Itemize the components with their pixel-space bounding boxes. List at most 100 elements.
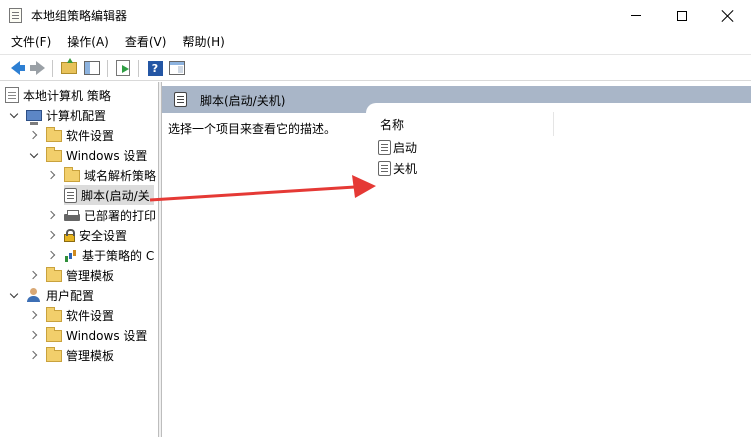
help-icon: ? — [147, 60, 163, 76]
bar-chart-icon — [64, 248, 78, 262]
minimize-button[interactable] — [613, 0, 659, 31]
security-lock-icon — [64, 228, 75, 242]
folder-icon — [46, 146, 62, 162]
description-text: 选择一个项目来查看它的描述。 — [168, 122, 337, 136]
forward-button[interactable] — [27, 58, 47, 78]
tree-item-label: 软件设置 — [66, 308, 115, 323]
folder-icon — [46, 126, 62, 142]
tree-item-deployed-printers[interactable]: 已部署的打印 — [46, 205, 156, 225]
collapse-chevron-icon[interactable] — [28, 129, 40, 141]
tree-item-user-configuration[interactable]: 用户配置 — [8, 285, 94, 305]
tree-item-label: Windows 设置 — [66, 148, 148, 163]
tree-item-user-windows-settings[interactable]: Windows 设置 — [28, 325, 147, 345]
tree-item-user-software-settings[interactable]: 软件设置 — [28, 305, 114, 325]
policy-icon — [5, 87, 19, 103]
column-header-name[interactable]: 名称 — [366, 112, 554, 136]
collapse-chevron-icon[interactable] — [28, 329, 40, 341]
tree-item-label: 本地计算机 策略 — [23, 88, 111, 103]
user-icon — [26, 288, 42, 302]
details-title: 脚本(启动/关机) — [200, 94, 286, 108]
close-button[interactable] — [705, 0, 751, 31]
back-arrow-icon — [10, 61, 25, 75]
tree-item-label: 管理模板 — [66, 348, 115, 363]
tree-item-security-settings[interactable]: 安全设置 — [46, 225, 127, 245]
help-button[interactable]: ? — [145, 58, 165, 78]
expand-chevron-icon[interactable] — [8, 109, 20, 121]
maximize-button[interactable] — [659, 0, 705, 31]
collapse-chevron-icon[interactable] — [46, 229, 58, 241]
policy-editor-icon — [9, 8, 22, 23]
list-item-shutdown[interactable]: 关机 — [378, 158, 417, 178]
tree-item-computer-administrative-templates[interactable]: 管理模板 — [28, 265, 114, 285]
tree-item-label: 脚本(启动/关 — [81, 188, 150, 203]
tree-item-label: Windows 设置 — [66, 328, 148, 343]
menu-action[interactable]: 操作(A) — [59, 31, 117, 54]
tree-item-policy-based-qos[interactable]: 基于策略的 C — [46, 245, 154, 265]
printer-icon — [64, 209, 80, 221]
folder-icon — [46, 306, 62, 322]
collapse-chevron-icon[interactable] — [46, 209, 58, 221]
export-icon — [116, 60, 130, 76]
menu-file[interactable]: 文件(F) — [3, 31, 59, 54]
close-icon — [722, 10, 734, 22]
forward-arrow-icon — [29, 61, 45, 75]
tree-item-label: 基于策略的 C — [82, 248, 155, 263]
properties-panel-icon — [169, 61, 185, 75]
menu-bar: 文件(F) 操作(A) 查看(V) 帮助(H) — [0, 31, 751, 54]
collapse-chevron-icon[interactable] — [28, 349, 40, 361]
show-tree-icon — [84, 61, 100, 75]
tree-item-label: 用户配置 — [46, 288, 95, 303]
menu-view[interactable]: 查看(V) — [117, 31, 175, 54]
folder-icon — [46, 326, 62, 342]
tree-item-label: 安全设置 — [79, 228, 128, 243]
folder-icon — [46, 266, 62, 282]
tree-item-local-computer-policy[interactable]: 本地计算机 策略 — [5, 85, 111, 105]
toolbar-separator — [107, 60, 108, 77]
window-title: 本地组策略编辑器 — [31, 9, 128, 23]
navigation-tree[interactable]: 本地计算机 策略 计算机配置 软件设置 Windows 设置 域名解析策略 脚本… — [0, 82, 158, 437]
maximize-icon — [677, 10, 687, 21]
export-list-button[interactable] — [113, 58, 133, 78]
script-icon — [378, 139, 391, 155]
tree-item-user-administrative-templates[interactable]: 管理模板 — [28, 345, 114, 365]
up-one-level-button[interactable] — [59, 58, 79, 78]
collapse-chevron-icon[interactable] — [46, 169, 58, 181]
tree-item-label: 域名解析策略 — [84, 168, 157, 183]
list-item-startup[interactable]: 启动 — [378, 137, 417, 157]
show-hide-tree-button[interactable] — [82, 58, 102, 78]
expand-chevron-icon[interactable] — [8, 289, 20, 301]
description-pane: 选择一个项目来查看它的描述。 — [162, 113, 370, 437]
collapse-chevron-icon[interactable] — [28, 269, 40, 281]
list-item-label: 启动 — [393, 140, 418, 155]
tree-item-label: 软件设置 — [66, 128, 115, 143]
up-folder-icon — [61, 58, 77, 74]
menu-help[interactable]: 帮助(H) — [174, 31, 232, 54]
column-header-label: 名称 — [380, 118, 405, 132]
list-item-label: 关机 — [393, 161, 418, 176]
title-bar: 本地组策略编辑器 — [0, 0, 751, 31]
toolbar-separator — [138, 60, 139, 77]
script-icon — [64, 187, 77, 203]
tree-item-scripts[interactable]: 脚本(启动/关 — [64, 185, 154, 205]
toolbar: ? — [0, 54, 751, 81]
minimize-icon — [631, 15, 641, 16]
folder-icon — [46, 346, 62, 362]
collapse-chevron-icon[interactable] — [28, 309, 40, 321]
expand-chevron-icon[interactable] — [28, 149, 40, 161]
tree-item-label: 管理模板 — [66, 268, 115, 283]
properties-button[interactable] — [167, 58, 187, 78]
tree-item-name-resolution-policy[interactable]: 域名解析策略 — [46, 165, 156, 185]
back-button[interactable] — [5, 58, 25, 78]
tree-item-label: 已部署的打印 — [84, 208, 157, 223]
items-list: 名称 启动 关机 — [366, 103, 751, 437]
script-icon — [174, 92, 187, 107]
tree-item-label: 计算机配置 — [46, 108, 107, 123]
computer-icon — [26, 109, 42, 125]
tree-item-computer-configuration[interactable]: 计算机配置 — [8, 105, 106, 125]
folder-icon — [64, 166, 80, 182]
script-icon — [378, 160, 391, 176]
tree-item-computer-software-settings[interactable]: 软件设置 — [28, 125, 114, 145]
tree-item-computer-windows-settings[interactable]: Windows 设置 — [28, 145, 147, 165]
toolbar-separator — [52, 60, 53, 77]
collapse-chevron-icon[interactable] — [46, 249, 58, 261]
